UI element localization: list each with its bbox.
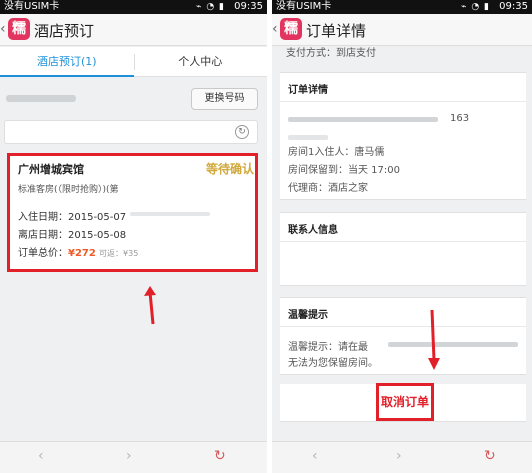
browser-nav-bar: ‹ › ↻ xyxy=(272,441,532,473)
change-number-button[interactable]: 更换号码 xyxy=(191,88,258,110)
payment-method: 支付方式：到店支付 xyxy=(286,48,376,59)
carrier-label: 没有USIM卡 xyxy=(276,1,332,12)
status-bar: 没有USIM卡 ⌁ ◔ ▮ 09:35 xyxy=(272,0,532,14)
back-chevron-icon[interactable]: ‹ xyxy=(0,21,6,37)
tab-personal-center[interactable]: 个人中心 xyxy=(134,47,268,77)
room-type: 标准客房(（限时抢购）)(第 xyxy=(18,185,119,195)
arrow-up-icon xyxy=(144,286,156,325)
browser-nav-bar: ‹ › ↻ xyxy=(0,441,267,473)
masked-text xyxy=(288,135,328,140)
section-title: 订单详情 xyxy=(288,85,328,96)
tab-hotel-booking[interactable]: 酒店预订(1) xyxy=(0,47,134,77)
status-bar: 没有USIM卡 ⌁ ◔ ▮ 09:35 xyxy=(0,0,267,14)
guest-name: 房间1入住人：唐马儒 xyxy=(288,147,385,158)
hotel-booking-screen: 没有USIM卡 ⌁ ◔ ▮ 09:35 ‹ 糯 酒店预订 酒店预订(1) 个人中… xyxy=(0,0,267,473)
tab-bar: 酒店预订(1) 个人中心 xyxy=(0,47,267,77)
phone-tail: 163 xyxy=(450,113,470,124)
masked-text xyxy=(288,117,438,122)
section-title: 联系人信息 xyxy=(288,225,338,236)
checkout-date: 2015-05-08 xyxy=(68,230,127,241)
total-price: ¥272 xyxy=(68,248,96,259)
tips-line-1: 温馨提示：请在最 xyxy=(288,342,368,353)
nav-back-icon[interactable]: ‹ xyxy=(312,448,318,464)
order-card[interactable]: 广州增城宾馆 等待确认 标准客房(（限时抢购）)(第 入住日期：2015-05-… xyxy=(7,153,258,272)
nav-forward-icon[interactable]: › xyxy=(396,448,402,464)
nav-refresh-icon[interactable]: ↻ xyxy=(484,448,496,464)
order-details-section: 订单详情 163 房间1入住人：唐马儒 房间保留到：当天 17:00 代理商：酒… xyxy=(280,72,526,200)
status-stamp: 等待确认 xyxy=(206,162,255,176)
signal-icons: ⌁ ◔ ▮ xyxy=(461,2,490,12)
nav-refresh-icon[interactable]: ↻ xyxy=(214,448,226,464)
checkin-label: 入住日期： xyxy=(18,212,68,223)
tips-line-2: 无法为您保留房间。 xyxy=(288,358,378,369)
refund-amount: 可返：¥35 xyxy=(99,249,139,258)
back-chevron-icon[interactable]: ‹ xyxy=(272,21,278,37)
title-bar: ‹ 糯 酒店预订 xyxy=(0,14,267,46)
checkout-row: 离店日期：2015-05-08 xyxy=(18,226,126,241)
clock-label: 09:35 xyxy=(234,1,263,12)
search-input[interactable]: ↻ xyxy=(4,120,258,144)
nav-back-icon[interactable]: ‹ xyxy=(38,448,44,464)
total-row: 订单总价：¥272 可返：¥35 xyxy=(18,244,138,259)
page-title: 酒店预订 xyxy=(34,22,95,40)
checkin-date: 2015-05-07 xyxy=(68,212,127,223)
tips-section: 温馨提示 温馨提示：请在最 无法为您保留房间。 xyxy=(280,297,526,375)
refresh-icon[interactable]: ↻ xyxy=(235,125,249,139)
hold-until: 房间保留到：当天 17:00 xyxy=(288,165,400,176)
agent: 代理商：酒店之家 xyxy=(288,183,368,194)
page-title: 订单详情 xyxy=(306,22,367,40)
checkout-label: 离店日期： xyxy=(18,230,68,241)
hotel-name: 广州增城宾馆 xyxy=(18,163,84,176)
section-title: 温馨提示 xyxy=(288,310,328,321)
signal-icons: ⌁ ◔ ▮ xyxy=(196,2,225,12)
carrier-label: 没有USIM卡 xyxy=(4,1,60,12)
arrow-down-icon xyxy=(428,309,440,370)
clock-label: 09:35 xyxy=(499,1,528,12)
contact-section: 联系人信息 xyxy=(280,212,526,286)
divider xyxy=(280,241,526,242)
masked-phone-number xyxy=(6,95,76,102)
masked-text xyxy=(388,342,518,347)
cancel-order-button[interactable]: 取消订单 xyxy=(376,383,434,421)
masked-text xyxy=(130,212,210,216)
app-logo-icon: 糯 xyxy=(8,18,30,40)
total-label: 订单总价： xyxy=(18,248,68,259)
divider xyxy=(280,326,526,327)
order-details-screen: 没有USIM卡 ⌁ ◔ ▮ 09:35 ‹ 糯 订单详情 支付方式：到店支付 订… xyxy=(272,0,532,473)
nav-forward-icon[interactable]: › xyxy=(126,448,132,464)
checkin-row: 入住日期：2015-05-07 xyxy=(18,208,126,223)
divider xyxy=(280,101,526,102)
title-bar: ‹ 糯 订单详情 xyxy=(272,14,532,46)
app-logo-icon: 糯 xyxy=(280,18,302,40)
